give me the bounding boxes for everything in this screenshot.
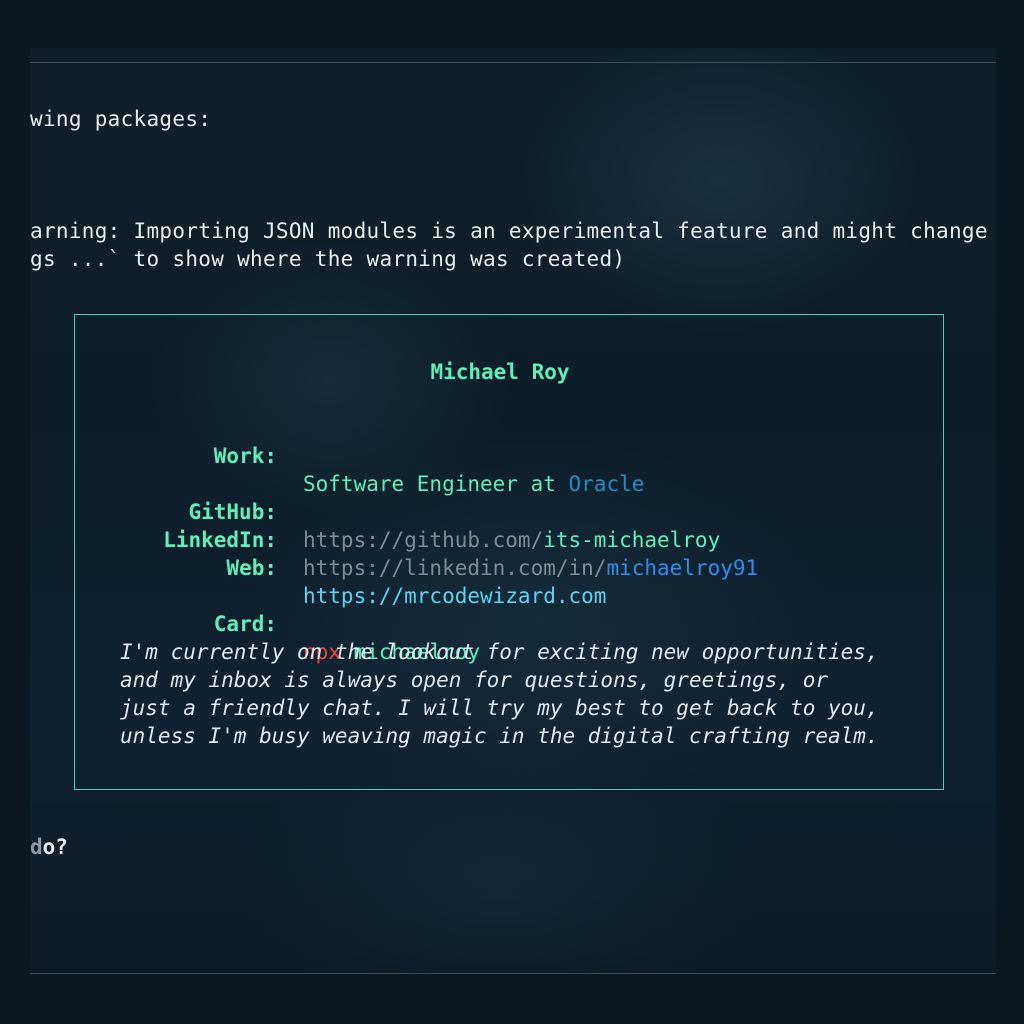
top-band xyxy=(0,0,1024,48)
bio-text: I'm currently on the lookout for excitin… xyxy=(120,638,879,750)
terminal-output-packages: wing packages: xyxy=(30,107,212,131)
left-edge xyxy=(0,0,30,1024)
bio-line: I'm currently on the lookout for excitin… xyxy=(120,640,879,664)
bio-line: just a friendly chat. I will try my best… xyxy=(120,696,879,720)
bottom-divider xyxy=(30,973,996,974)
prompt-text: o? xyxy=(42,835,68,859)
github-handle: its-michaelroy xyxy=(543,528,721,552)
prompt-dim-char: d xyxy=(30,835,43,859)
linkedin-link[interactable]: https://linkedin.com/in/michaelroy91 xyxy=(303,554,758,582)
business-card: Michael Roy Work: Software Engineer at O… xyxy=(74,314,944,790)
terminal-window: wing packages: arning: Importing JSON mo… xyxy=(0,0,1024,1024)
right-edge xyxy=(996,0,1024,1024)
bio-line: unless I'm busy weaving magic in the dig… xyxy=(120,724,879,748)
work-role: Software Engineer at xyxy=(303,472,569,496)
web-label: Web: xyxy=(226,556,277,580)
web-link[interactable]: https://mrcodewizard.com xyxy=(303,582,606,610)
github-link[interactable]: https://github.com/its-michaelroy xyxy=(303,526,720,554)
work-company: Oracle xyxy=(568,472,645,496)
work-label: Work: xyxy=(213,444,277,468)
npx-card-label: Card: xyxy=(213,612,277,636)
bio-line: and my inbox is always open for question… xyxy=(120,668,829,692)
linkedin-handle: michaelroy91 xyxy=(606,556,759,580)
linkedin-prefix: https://linkedin.com/in/ xyxy=(303,556,607,580)
top-divider xyxy=(30,62,996,63)
terminal-output-warning: arning: Importing JSON modules is an exp… xyxy=(30,219,988,243)
card-name: Michael Roy xyxy=(430,360,570,384)
github-prefix: https://github.com/ xyxy=(303,528,544,552)
bottom-band xyxy=(0,974,1024,1024)
terminal-output-warning-hint: gs ...` to show where the warning was cr… xyxy=(30,247,626,271)
work-value: Software Engineer at Oracle xyxy=(303,470,644,498)
terminal-prompt: do? xyxy=(30,833,68,861)
